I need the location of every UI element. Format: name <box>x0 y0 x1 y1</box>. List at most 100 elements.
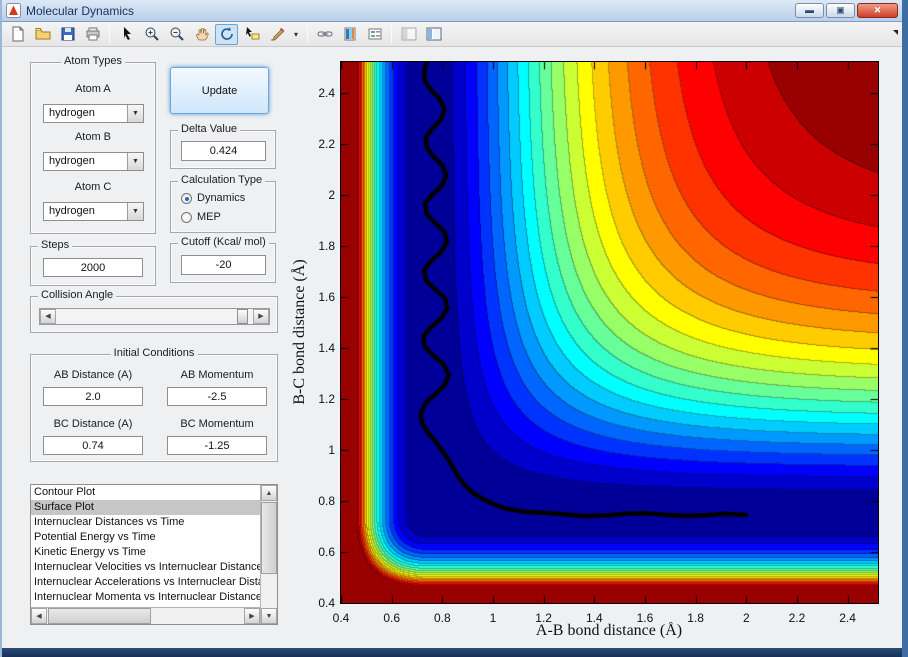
data-cursor-icon[interactable] <box>240 24 263 45</box>
pan-icon[interactable] <box>190 24 213 45</box>
plot-type-listbox[interactable]: Contour Plot Surface Plot Internuclear Dis… <box>30 484 278 625</box>
zoom-out-icon[interactable] <box>165 24 188 45</box>
steps-panel: Steps <box>30 239 156 286</box>
window-title: Molecular Dynamics <box>26 3 135 18</box>
atom-c-value: hydrogen <box>49 205 95 217</box>
y-tick-label: 1.8 <box>318 238 335 253</box>
toolbar-separator <box>109 25 110 43</box>
vertical-scroll-thumb[interactable] <box>261 502 277 574</box>
y-tick-label: 2.2 <box>318 136 335 151</box>
y-axis-label: B-C bond distance (Å) <box>291 259 308 405</box>
chevron-down-icon[interactable]: ▼ <box>127 203 143 220</box>
collision-angle-title: Collision Angle <box>38 289 117 301</box>
atom-types-title: Atom Types <box>61 55 125 67</box>
cutoff-title: Cutoff (Kcal/ mol) <box>178 236 269 248</box>
atom-a-label: Atom A <box>75 83 111 95</box>
brush-icon[interactable] <box>265 24 288 45</box>
save-icon[interactable] <box>56 24 79 45</box>
vertical-scrollbar[interactable]: ▲ ▼ <box>260 485 277 624</box>
list-item[interactable]: Internuclear Velocities vs Internuclear … <box>31 560 260 575</box>
collision-angle-slider[interactable]: ◀ ▶ <box>39 308 270 325</box>
ab-momentum-label: AB Momentum <box>180 369 254 381</box>
brush-dropdown-icon[interactable]: ▾ <box>290 24 302 45</box>
x-tick-label: 0.8 <box>433 611 451 625</box>
edit-plot-icon[interactable] <box>115 24 138 45</box>
horizontal-scrollbar[interactable]: ◀ ▶ <box>31 607 260 624</box>
list-item[interactable]: Contour Plot <box>31 485 260 500</box>
x-tick-label: 1.6 <box>636 611 654 625</box>
scroll-up-arrow-icon[interactable]: ▲ <box>261 485 277 501</box>
x-tick-label: 1.4 <box>585 611 603 625</box>
radio-icon[interactable] <box>181 192 192 204</box>
radio-icon[interactable] <box>181 211 192 223</box>
toolbar-separator <box>391 25 392 43</box>
delta-value-field[interactable] <box>181 141 266 161</box>
list-item[interactable]: Kinetic Energy vs Time <box>31 545 260 560</box>
ab-momentum-field[interactable] <box>167 387 267 406</box>
y-tick-label: 1 <box>328 442 335 457</box>
atom-b-dropdown[interactable]: hydrogen ▼ <box>43 152 144 171</box>
slider-thumb[interactable] <box>236 309 248 324</box>
slider-left-arrow-icon[interactable]: ◀ <box>40 309 56 324</box>
collision-angle-panel: Collision Angle ◀ ▶ <box>30 289 278 333</box>
maximize-button[interactable]: ▣ <box>826 3 855 18</box>
dynamics-radio-label: Dynamics <box>197 192 246 204</box>
x-tick-label: 1.2 <box>535 611 552 625</box>
toolbar-overflow-arrow[interactable] <box>893 30 898 35</box>
chevron-down-icon[interactable]: ▼ <box>127 105 143 122</box>
cutoff-field[interactable] <box>181 255 266 275</box>
bc-momentum-field[interactable] <box>167 436 267 455</box>
calculation-type-title: Calculation Type <box>178 174 266 186</box>
y-tick-label: 0.6 <box>318 544 335 559</box>
hide-plot-tools-icon[interactable] <box>397 24 420 45</box>
slider-right-arrow-icon[interactable]: ▶ <box>253 309 269 324</box>
atom-c-dropdown[interactable]: hydrogen ▼ <box>43 202 144 221</box>
list-item[interactable]: Internuclear Accelerations vs Internucle… <box>31 575 260 590</box>
dynamics-radio[interactable]: Dynamics <box>181 192 245 204</box>
list-item[interactable]: Internuclear Distances vs Time <box>31 515 260 530</box>
initial-conditions-title: Initial Conditions <box>110 347 198 359</box>
open-file-icon[interactable] <box>31 24 54 45</box>
show-plot-tools-icon[interactable] <box>422 24 445 45</box>
x-tick-label: 0.6 <box>383 611 400 625</box>
y-tick-label: 1.4 <box>318 340 335 355</box>
y-tick-label: 2.4 <box>318 85 335 100</box>
horizontal-scroll-thumb[interactable] <box>48 608 152 624</box>
chevron-down-icon[interactable]: ▼ <box>127 153 143 170</box>
x-tick-label: 2.2 <box>788 611 806 625</box>
zoom-in-icon[interactable] <box>140 24 163 45</box>
toolbar-separator <box>307 25 308 43</box>
y-tick-label: 1.6 <box>318 289 335 304</box>
new-figure-icon[interactable] <box>6 24 29 45</box>
minimize-button[interactable]: ▬ <box>795 3 824 18</box>
atom-a-dropdown[interactable]: hydrogen ▼ <box>43 104 144 123</box>
bc-distance-label: BC Distance (A) <box>53 418 133 430</box>
link-plot-icon[interactable] <box>313 24 336 45</box>
list-item[interactable]: Surface Plot <box>31 500 260 515</box>
atom-a-value: hydrogen <box>49 107 95 119</box>
bc-momentum-label: BC Momentum <box>180 418 254 430</box>
mep-radio-label: MEP <box>197 211 221 223</box>
mep-radio[interactable]: MEP <box>181 211 221 223</box>
close-button[interactable]: ✕ <box>857 3 898 18</box>
list-item[interactable]: Potential Energy vs Time <box>31 530 260 545</box>
y-tick-label: 0.4 <box>318 596 335 610</box>
window-bottom-border <box>2 648 902 657</box>
delta-value-panel: Delta Value <box>170 123 276 169</box>
pes-contour-plot[interactable] <box>340 61 879 604</box>
update-button[interactable]: Update <box>170 67 269 114</box>
insert-legend-icon[interactable] <box>363 24 386 45</box>
steps-field[interactable] <box>43 258 143 277</box>
ab-distance-field[interactable] <box>43 387 143 406</box>
scroll-left-arrow-icon[interactable]: ◀ <box>31 608 47 624</box>
print-icon[interactable] <box>81 24 104 45</box>
titlebar[interactable]: Molecular Dynamics ▬ ▣ ✕ <box>2 0 902 22</box>
list-item[interactable]: Internuclear Momenta vs Internuclear Dis… <box>31 590 260 605</box>
scroll-right-arrow-icon[interactable]: ▶ <box>244 608 260 624</box>
y-tick-label: 1.2 <box>318 391 335 406</box>
bc-distance-field[interactable] <box>43 436 143 455</box>
scroll-down-arrow-icon[interactable]: ▼ <box>261 608 277 624</box>
insert-colorbar-icon[interactable] <box>338 24 361 45</box>
rotate-3d-icon[interactable] <box>215 23 238 45</box>
cutoff-panel: Cutoff (Kcal/ mol) <box>170 236 276 283</box>
